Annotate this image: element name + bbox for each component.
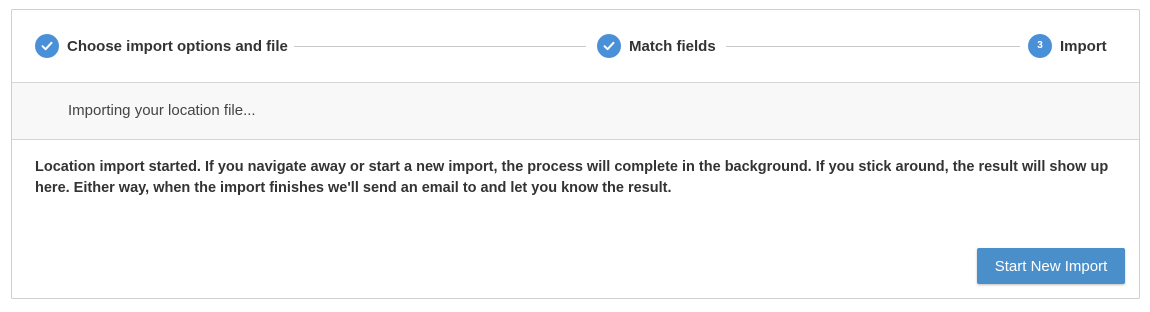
step-number-badge: 3 (1028, 34, 1052, 58)
step-label: Match fields (629, 37, 716, 55)
step-number: 3 (1037, 40, 1043, 51)
check-icon (35, 34, 59, 58)
check-icon (597, 34, 621, 58)
step-choose-import-options: Choose import options and file (35, 34, 288, 58)
step-label: Import (1060, 37, 1107, 55)
start-new-import-button[interactable]: Start New Import (977, 248, 1125, 284)
import-status-row: Importing your location file... (12, 83, 1139, 140)
import-status-text: Importing your location file... (68, 102, 256, 119)
import-panel: Choose import options and file Match fie… (11, 9, 1140, 299)
step-label: Choose import options and file (67, 37, 288, 55)
import-stepper: Choose import options and file Match fie… (12, 10, 1139, 83)
step-connector (294, 46, 586, 47)
step-import: 3 Import (1028, 34, 1107, 58)
step-connector (726, 46, 1020, 47)
step-match-fields: Match fields (597, 34, 716, 58)
import-started-message: Location import started. If you navigate… (35, 159, 1109, 196)
